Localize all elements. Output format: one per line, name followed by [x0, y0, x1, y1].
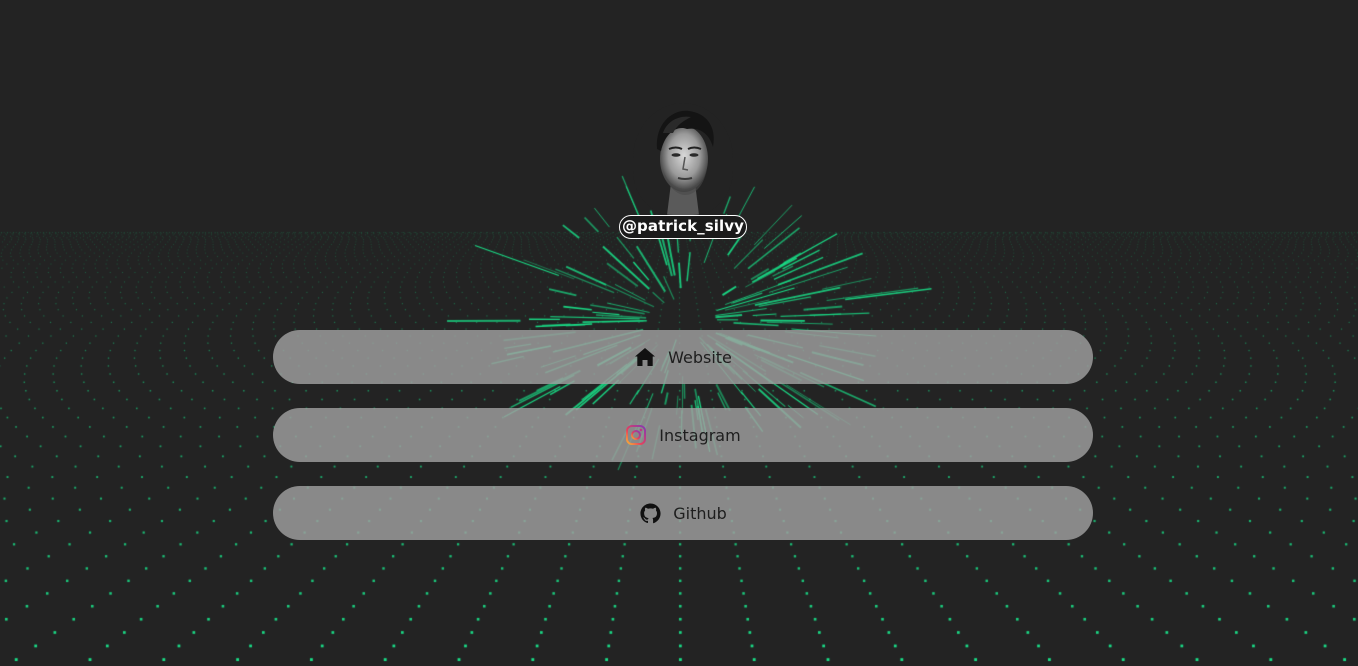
- github-icon: [639, 502, 661, 524]
- instagram-button[interactable]: Instagram: [273, 408, 1093, 462]
- profile-handle: @patrick_silvy: [619, 215, 747, 239]
- page: @patrick_silvy Website Instagram Github: [0, 0, 1358, 666]
- avatar-photo: [633, 103, 733, 215]
- instagram-label: Instagram: [659, 425, 741, 445]
- website-button[interactable]: Website: [273, 330, 1093, 384]
- instagram-icon: [625, 424, 647, 446]
- home-icon: [634, 346, 656, 368]
- github-label: Github: [673, 503, 727, 523]
- website-label: Website: [668, 347, 732, 367]
- avatar: [633, 103, 733, 215]
- github-button[interactable]: Github: [273, 486, 1093, 540]
